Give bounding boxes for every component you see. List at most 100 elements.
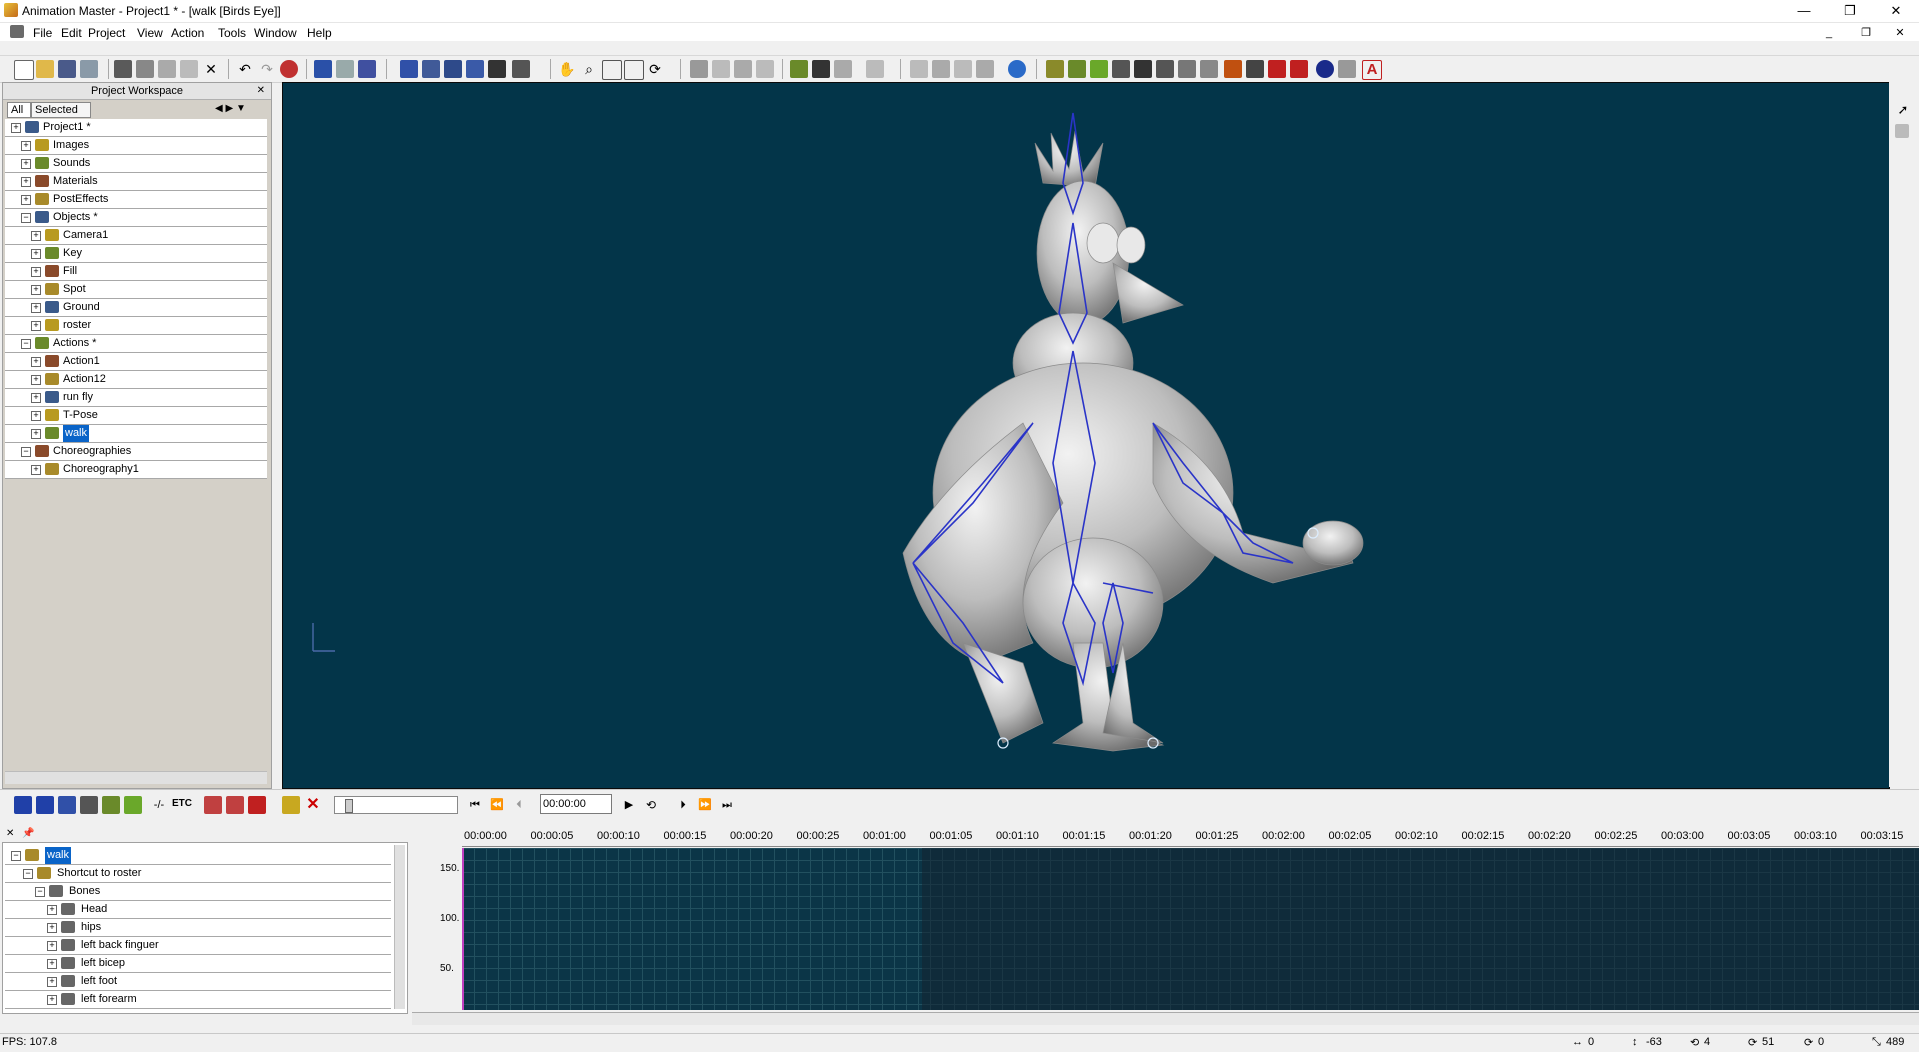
timeline-tree-scrollbar[interactable]: [394, 845, 405, 1009]
expand-toggle-icon[interactable]: −: [35, 887, 45, 897]
prev-frame-icon[interactable]: ⏴: [510, 796, 528, 814]
cut-icon[interactable]: [114, 60, 132, 78]
refresh-icon[interactable]: ⟳: [646, 60, 664, 78]
shaded-wire-icon[interactable]: [444, 60, 462, 78]
render-to-file-icon[interactable]: [336, 60, 354, 78]
expand-toggle-icon[interactable]: +: [31, 429, 41, 439]
current-time-field[interactable]: 00:00:00: [540, 794, 612, 814]
record-icon[interactable]: [280, 60, 298, 78]
delete-keys-icon[interactable]: ✕: [304, 796, 322, 814]
tree-item[interactable]: + run fly: [5, 389, 267, 407]
loop-icon[interactable]: ⟲: [642, 796, 660, 814]
expand-toggle-icon[interactable]: +: [31, 231, 41, 241]
tab-selected[interactable]: Selected: [31, 102, 91, 118]
expand-toggle-icon[interactable]: +: [31, 285, 41, 295]
time-ruler[interactable]: 00:00:00 00:00:05 00:00:10 00:00:15 00:00:20…: [462, 826, 1919, 847]
render-icon[interactable]: [314, 60, 332, 78]
tree-item[interactable]: + Images: [5, 137, 267, 155]
key-mode-icon[interactable]: [124, 796, 142, 814]
key-filter-icon[interactable]: [80, 796, 98, 814]
front-view-icon[interactable]: [910, 60, 928, 78]
tree-item[interactable]: + Sounds: [5, 155, 267, 173]
frame-slider[interactable]: [334, 796, 458, 814]
key-interp-icon[interactable]: -/-: [150, 796, 168, 814]
timeline-toolbar[interactable]: [412, 1012, 1919, 1025]
keyframe-channel-icon[interactable]: [248, 796, 266, 814]
undo-icon[interactable]: ↶: [236, 60, 254, 78]
timeline-tree-item[interactable]: + left bicep: [5, 955, 391, 973]
zoom-box-icon[interactable]: [602, 60, 622, 80]
timeline-icon[interactable]: [1134, 60, 1152, 78]
delete-icon[interactable]: ✕: [202, 60, 220, 78]
expand-toggle-icon[interactable]: −: [21, 213, 31, 223]
document-icon[interactable]: [10, 25, 24, 38]
expand-toggle-icon[interactable]: −: [23, 869, 33, 879]
tree-item[interactable]: + Choreography1: [5, 461, 267, 479]
expand-toggle-icon[interactable]: +: [31, 375, 41, 385]
frame-slider-thumb[interactable]: [345, 799, 353, 813]
globe-icon[interactable]: [1008, 60, 1026, 78]
pose-icon[interactable]: [1068, 60, 1086, 78]
properties-icon[interactable]: [1156, 60, 1174, 78]
timeline-tree-item[interactable]: − Shortcut to roster: [5, 865, 391, 883]
open-icon[interactable]: [36, 60, 54, 78]
menu-view[interactable]: View: [137, 26, 163, 40]
3d-viewport[interactable]: [282, 82, 1890, 789]
bone-mode-icon[interactable]: [690, 60, 708, 78]
expand-toggle-icon[interactable]: +: [31, 357, 41, 367]
menu-window[interactable]: Window: [254, 26, 297, 40]
key-icon[interactable]: [282, 796, 300, 814]
tree-item[interactable]: + Key: [5, 245, 267, 263]
scale-key-icon[interactable]: [36, 796, 54, 814]
save-icon[interactable]: [58, 60, 76, 78]
expand-toggle-icon[interactable]: +: [47, 959, 57, 969]
timeline-tree-item[interactable]: + left back finguer: [5, 937, 391, 955]
expand-toggle-icon[interactable]: +: [31, 465, 41, 475]
tree-item[interactable]: − Actions *: [5, 335, 267, 353]
toggle-bones-icon[interactable]: [466, 60, 484, 78]
tree-item[interactable]: + Camera1: [5, 227, 267, 245]
tree-item[interactable]: + roster: [5, 317, 267, 335]
fast-forward-icon[interactable]: ⏭: [718, 796, 736, 814]
expand-toggle-icon[interactable]: +: [31, 321, 41, 331]
tree-item[interactable]: + Materials: [5, 173, 267, 191]
next-frame-icon[interactable]: ⏵: [674, 796, 692, 814]
timeline-tree-item[interactable]: + left forearm: [5, 991, 391, 1009]
link-icon[interactable]: [1338, 60, 1356, 78]
timeline-tree-item[interactable]: − walk: [5, 847, 391, 865]
keyframe-muscle-icon[interactable]: [226, 796, 244, 814]
close-timeline-icon[interactable]: ✕: [6, 828, 18, 840]
muscle-mode-icon[interactable]: [712, 60, 730, 78]
zoom-icon[interactable]: ⌕: [580, 60, 598, 78]
paste-icon[interactable]: [158, 60, 176, 78]
minimize-window-button[interactable]: —: [1781, 0, 1827, 22]
tree-item[interactable]: + Fill: [5, 263, 267, 281]
fit-view-icon[interactable]: [512, 60, 530, 78]
constraint-icon[interactable]: [1090, 60, 1108, 78]
add-mode-icon[interactable]: [790, 60, 808, 78]
lipsync-icon[interactable]: [1246, 60, 1264, 78]
skeletal-mode-icon[interactable]: [734, 60, 752, 78]
expand-toggle-icon[interactable]: +: [31, 249, 41, 259]
translate-icon[interactable]: [932, 60, 950, 78]
expand-toggle-icon[interactable]: +: [47, 995, 57, 1005]
move-key-icon[interactable]: [14, 796, 32, 814]
redo-icon[interactable]: ↷: [258, 60, 276, 78]
expand-toggle-icon[interactable]: +: [47, 905, 57, 915]
expand-toggle-icon[interactable]: +: [31, 267, 41, 277]
menu-help[interactable]: Help: [307, 26, 332, 40]
wireframe-mode-icon[interactable]: [422, 60, 440, 78]
menu-file[interactable]: File: [33, 26, 52, 40]
copy-icon[interactable]: [136, 60, 154, 78]
expand-toggle-icon[interactable]: +: [21, 177, 31, 187]
turn-mode-icon[interactable]: [866, 60, 884, 78]
stop-icon[interactable]: [1268, 60, 1286, 78]
library-icon[interactable]: [1178, 60, 1196, 78]
expand-toggle-icon[interactable]: +: [21, 195, 31, 205]
new-icon[interactable]: [14, 60, 34, 80]
expand-toggle-icon[interactable]: +: [31, 393, 41, 403]
zoom-fit-icon[interactable]: [624, 60, 644, 80]
rewind-icon[interactable]: ⏮: [466, 796, 484, 814]
next-key-icon[interactable]: ⏩: [696, 796, 714, 814]
menu-tools[interactable]: Tools: [218, 26, 246, 40]
